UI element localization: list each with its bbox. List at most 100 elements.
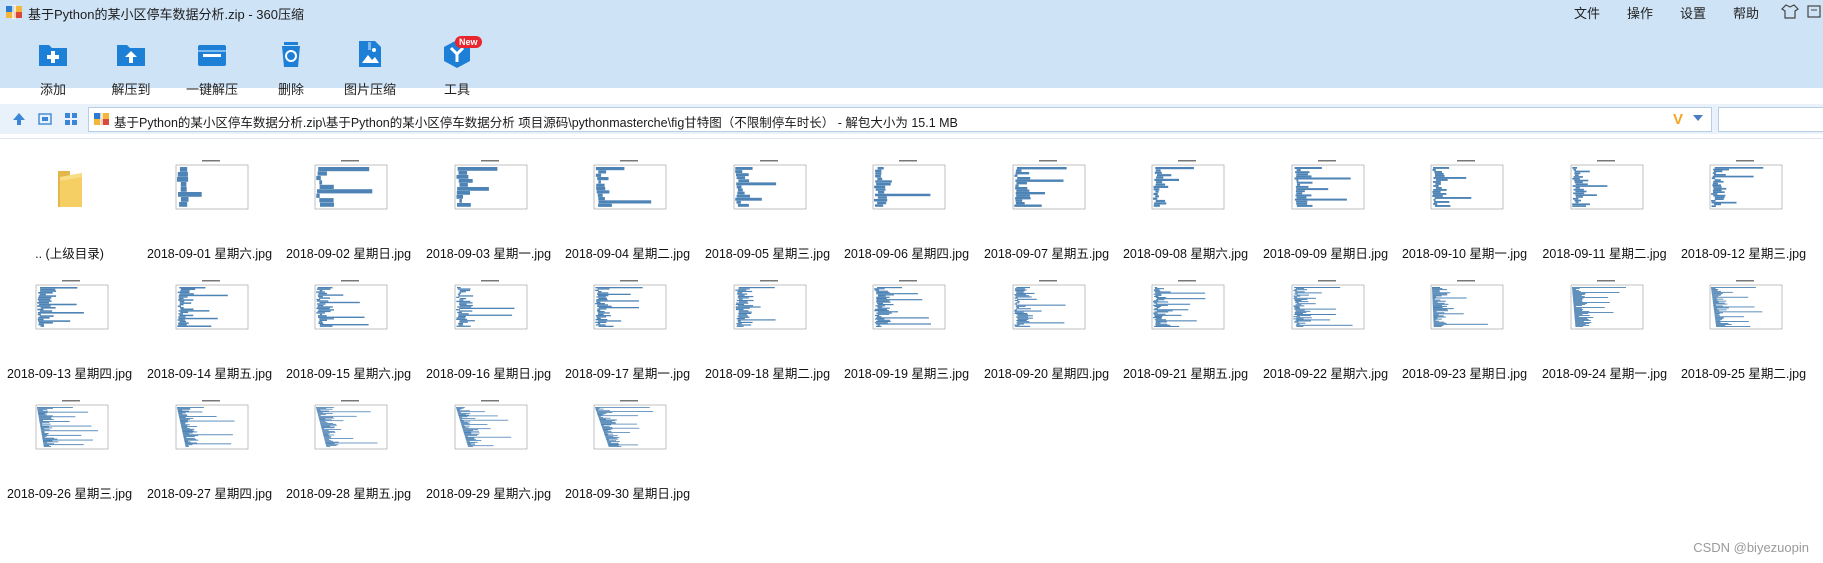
image-thumbnail: [1421, 159, 1507, 217]
file-item[interactable]: 2018-09-03 星期一.jpg: [419, 145, 558, 275]
file-item[interactable]: 2018-09-07 星期五.jpg: [977, 145, 1116, 275]
image-thumbnail: [445, 279, 531, 337]
image-thumbnail: [445, 399, 531, 457]
file-item[interactable]: 2018-09-10 星期一.jpg: [1395, 145, 1534, 275]
image-thumbnail: [584, 159, 670, 217]
file-item[interactable]: 2018-09-18 星期二.jpg: [698, 265, 837, 395]
file-name: 2018-09-20 星期四.jpg: [983, 367, 1110, 381]
file-item[interactable]: 2018-09-27 星期四.jpg: [140, 385, 279, 515]
file-item[interactable]: 2018-09-05 星期三.jpg: [698, 145, 837, 275]
address-bar-row: 基于Python的某小区停车数据分析.zip\基于Python的某小区停车数据分…: [0, 104, 1823, 134]
window-menu-icon[interactable]: [1805, 3, 1823, 20]
file-item[interactable]: 2018-09-24 星期一.jpg: [1535, 265, 1674, 395]
delete-label: 删除: [277, 82, 304, 97]
window-title: 基于Python的某小区停车数据分析.zip - 360压缩: [28, 7, 304, 22]
file-item[interactable]: 2018-09-08 星期六.jpg: [1116, 145, 1255, 275]
file-item[interactable]: 2018-09-20 星期四.jpg: [977, 265, 1116, 395]
dropdown-arrow-icon[interactable]: [1693, 115, 1703, 121]
gantt-chart-thumbnail-icon: [1430, 160, 1504, 210]
image-thumbnail: [1003, 159, 1089, 217]
menu-operation[interactable]: 操作: [1627, 3, 1653, 22]
image-thumbnail: [166, 399, 252, 457]
file-name: 2018-09-02 星期日.jpg: [285, 247, 412, 261]
file-name: 2018-09-03 星期一.jpg: [425, 247, 552, 261]
address-input[interactable]: 基于Python的某小区停车数据分析.zip\基于Python的某小区停车数据分…: [88, 107, 1712, 132]
file-name: 2018-09-17 星期一.jpg: [564, 367, 691, 381]
image-thumbnail: [166, 279, 252, 337]
file-name: 2018-09-12 星期三.jpg: [1680, 247, 1807, 261]
file-name: 2018-09-01 星期六.jpg: [146, 247, 273, 261]
file-item[interactable]: 2018-09-19 星期三.jpg: [837, 265, 976, 395]
top-panel: 基于Python的某小区停车数据分析.zip - 360压缩 文件 操作 设置 …: [0, 0, 1823, 97]
image-compress-label: 图片压缩: [344, 82, 397, 97]
menu-file[interactable]: 文件: [1574, 3, 1600, 22]
file-name: 2018-09-28 星期五.jpg: [285, 487, 412, 501]
file-item[interactable]: 2018-09-16 星期日.jpg: [419, 265, 558, 395]
menu-help[interactable]: 帮助: [1733, 3, 1759, 22]
file-name: 2018-09-19 星期三.jpg: [843, 367, 970, 381]
gantt-chart-thumbnail-icon: [872, 160, 946, 210]
file-item[interactable]: 2018-09-13 星期四.jpg: [0, 265, 139, 395]
image-thumbnail: [1421, 279, 1507, 337]
menu-settings[interactable]: 设置: [1680, 3, 1706, 22]
file-item[interactable]: 2018-09-30 星期日.jpg: [558, 385, 697, 515]
parent-directory-label: .. (上级目录): [35, 247, 104, 261]
file-item[interactable]: 2018-09-11 星期二.jpg: [1535, 145, 1674, 275]
archive-app-icon: [6, 5, 22, 19]
add-button[interactable]: 添加: [33, 38, 73, 98]
file-item[interactable]: 2018-09-09 星期日.jpg: [1256, 145, 1395, 275]
one-click-extract-button[interactable]: 一键解压: [183, 38, 241, 98]
file-item[interactable]: 2018-09-14 星期五.jpg: [140, 265, 279, 395]
file-name: 2018-09-06 星期四.jpg: [843, 247, 970, 261]
file-item[interactable]: 2018-09-26 星期三.jpg: [0, 385, 139, 515]
delete-icon: [282, 42, 300, 67]
file-item[interactable]: 2018-09-12 星期三.jpg: [1674, 145, 1813, 275]
file-name: 2018-09-27 星期四.jpg: [146, 487, 273, 501]
image-thumbnail: [26, 399, 112, 457]
file-name: 2018-09-24 星期一.jpg: [1541, 367, 1668, 381]
file-item[interactable]: 2018-09-06 星期四.jpg: [837, 145, 976, 275]
gantt-chart-thumbnail-icon: [1570, 280, 1644, 330]
delete-button[interactable]: 删除: [271, 38, 311, 98]
image-thumbnail: [1700, 279, 1786, 337]
file-item[interactable]: 2018-09-04 星期二.jpg: [558, 145, 697, 275]
gantt-chart-thumbnail-icon: [314, 400, 388, 450]
file-item[interactable]: 2018-09-23 星期日.jpg: [1395, 265, 1534, 395]
image-thumbnail: [584, 399, 670, 457]
image-compress-icon: [359, 41, 381, 67]
image-thumbnail: [445, 159, 531, 217]
search-input[interactable]: [1718, 107, 1823, 132]
vip-icon[interactable]: V: [1673, 111, 1683, 128]
image-thumbnail: [305, 399, 391, 457]
image-thumbnail: [1282, 279, 1368, 337]
file-item[interactable]: 2018-09-22 星期六.jpg: [1256, 265, 1395, 395]
file-item[interactable]: 2018-09-02 星期日.jpg: [279, 145, 418, 275]
thumbnail-view-icon[interactable]: [64, 112, 78, 126]
image-thumbnail: [1282, 159, 1368, 217]
image-compress-button[interactable]: 图片压缩: [344, 38, 396, 98]
extract-to-button[interactable]: 解压到: [105, 38, 157, 98]
file-item[interactable]: 2018-09-17 星期一.jpg: [558, 265, 697, 395]
skin-icon[interactable]: [1781, 3, 1799, 20]
tools-button[interactable]: New 工具: [437, 36, 482, 98]
file-item[interactable]: 2018-09-21 星期五.jpg: [1116, 265, 1255, 395]
gantt-chart-thumbnail-icon: [1570, 160, 1644, 210]
file-grid: .. (上级目录) 2018-09-01 星期六.jpg 2018-09-02 星…: [0, 145, 1823, 555]
file-item[interactable]: 2018-09-25 星期二.jpg: [1674, 265, 1813, 395]
list-view-icon[interactable]: [38, 112, 52, 126]
file-name: 2018-09-26 星期三.jpg: [6, 487, 133, 501]
image-thumbnail: [166, 159, 252, 217]
one-click-extract-icon: [198, 45, 226, 66]
parent-directory-item[interactable]: .. (上级目录): [0, 145, 139, 275]
file-item[interactable]: 2018-09-01 星期六.jpg: [140, 145, 279, 275]
file-name: 2018-09-23 星期日.jpg: [1401, 367, 1528, 381]
file-item[interactable]: 2018-09-15 星期六.jpg: [279, 265, 418, 395]
file-item[interactable]: 2018-09-29 星期六.jpg: [419, 385, 558, 515]
file-item[interactable]: 2018-09-28 星期五.jpg: [279, 385, 418, 515]
up-arrow-icon[interactable]: [12, 112, 26, 126]
add-label: 添加: [39, 82, 66, 97]
menu-bar: 文件 操作 设置 帮助: [1574, 3, 1786, 22]
file-name: 2018-09-15 星期六.jpg: [285, 367, 412, 381]
image-thumbnail: [1561, 279, 1647, 337]
file-name: 2018-09-16 星期日.jpg: [425, 367, 552, 381]
